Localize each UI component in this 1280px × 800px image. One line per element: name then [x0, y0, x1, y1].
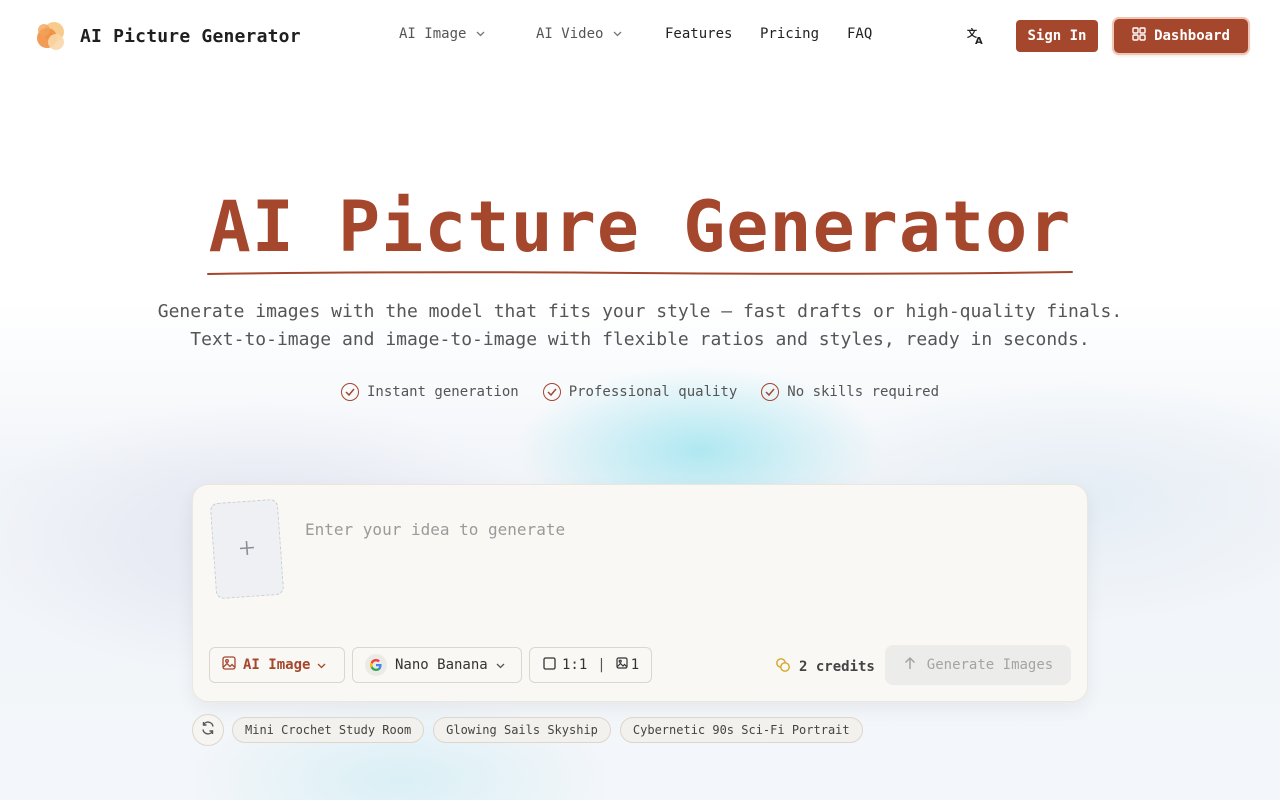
nav-features[interactable]: Features	[665, 26, 760, 42]
hero-subtitle-line-1: Generate images with the model that fits…	[157, 301, 1123, 322]
google-icon	[365, 654, 387, 676]
credits-label: 2 credits	[799, 659, 875, 675]
chevron-down-icon	[317, 657, 326, 673]
ratio-count-select[interactable]: 1:1 | 1	[529, 647, 652, 683]
nav-ai-video-label: AI Video	[536, 26, 604, 42]
logo-icon	[34, 18, 70, 54]
nav-ai-video[interactable]: AI Video	[536, 26, 665, 42]
feature-item: No skills required	[761, 383, 939, 401]
chevron-down-icon	[476, 29, 485, 40]
arrow-up-icon	[903, 656, 917, 674]
count-label: 1	[630, 657, 640, 673]
feature-list: Instant generation Professional quality …	[0, 383, 1280, 401]
model-select[interactable]: Nano Banana	[352, 647, 522, 683]
coins-icon	[775, 657, 791, 677]
logo-link[interactable]: AI Picture Generator	[34, 18, 301, 54]
ratio-label: 1:1	[562, 657, 588, 673]
feature-label: Professional quality	[568, 384, 738, 400]
image-count-icon	[616, 657, 628, 673]
translate-icon[interactable]: 文 A	[966, 26, 986, 47]
check-circle-icon	[761, 383, 780, 401]
image-icon	[222, 656, 236, 674]
generator-card: AI Image Nano Banana 1:1 |	[192, 484, 1088, 702]
generate-button[interactable]: Generate Images	[885, 645, 1071, 685]
hero-subtitle-line-2: Text-to-image and image-to-image with fl…	[190, 329, 1090, 350]
main-nav: AI Image AI Video Features Pricing FAQ	[399, 26, 872, 42]
svg-text:A: A	[975, 36, 983, 46]
ratio-separator: |	[597, 657, 606, 673]
grid-icon	[1132, 27, 1146, 45]
site-header: AI Picture Generator AI Image AI Video F…	[0, 0, 1280, 72]
suggestion-chip[interactable]: Cybernetic 90s Sci-Fi Portrait	[619, 717, 863, 743]
logo-text: AI Picture Generator	[80, 25, 301, 47]
nav-ai-image-label: AI Image	[399, 26, 467, 42]
mode-select[interactable]: AI Image	[209, 647, 345, 683]
title-underline	[206, 262, 1074, 275]
hero-subtitle: Generate images with the model that fits…	[0, 298, 1280, 354]
chevron-down-icon	[613, 29, 622, 40]
model-label: Nano Banana	[395, 657, 488, 673]
nav-features-label: Features	[665, 26, 733, 42]
nav-faq-label: FAQ	[847, 26, 873, 42]
feature-label: Instant generation	[366, 384, 519, 400]
sign-in-button[interactable]: Sign In	[1016, 20, 1098, 52]
nav-ai-image[interactable]: AI Image	[399, 26, 536, 42]
feature-item: Instant generation	[340, 383, 519, 401]
plus-icon	[237, 534, 257, 563]
suggestion-chip[interactable]: Mini Crochet Study Room	[232, 717, 425, 743]
page-title: AI Picture Generator	[208, 186, 1072, 268]
credits-display: 2 credits	[775, 657, 875, 677]
generate-label: Generate Images	[926, 657, 1054, 673]
refresh-suggestions-button[interactable]	[192, 714, 224, 746]
dashboard-button[interactable]: Dashboard	[1114, 19, 1248, 53]
nav-pricing-label: Pricing	[760, 26, 820, 42]
feature-label: No skills required	[787, 384, 939, 400]
check-circle-icon	[340, 383, 359, 401]
check-circle-icon	[542, 383, 561, 401]
nav-faq[interactable]: FAQ	[847, 26, 872, 42]
square-icon	[543, 656, 556, 674]
suggestion-chip[interactable]: Glowing Sails Skyship	[433, 717, 611, 743]
chevron-down-icon	[496, 657, 505, 673]
mode-label: AI Image	[243, 657, 311, 673]
nav-pricing[interactable]: Pricing	[760, 26, 847, 42]
feature-item: Professional quality	[542, 383, 738, 401]
suggestion-chips: Mini Crochet Study Room Glowing Sails Sk…	[232, 717, 863, 743]
image-upload-button[interactable]	[209, 498, 285, 600]
dashboard-label: Dashboard	[1154, 28, 1230, 44]
refresh-icon	[200, 720, 216, 740]
prompt-input[interactable]	[305, 515, 1045, 543]
